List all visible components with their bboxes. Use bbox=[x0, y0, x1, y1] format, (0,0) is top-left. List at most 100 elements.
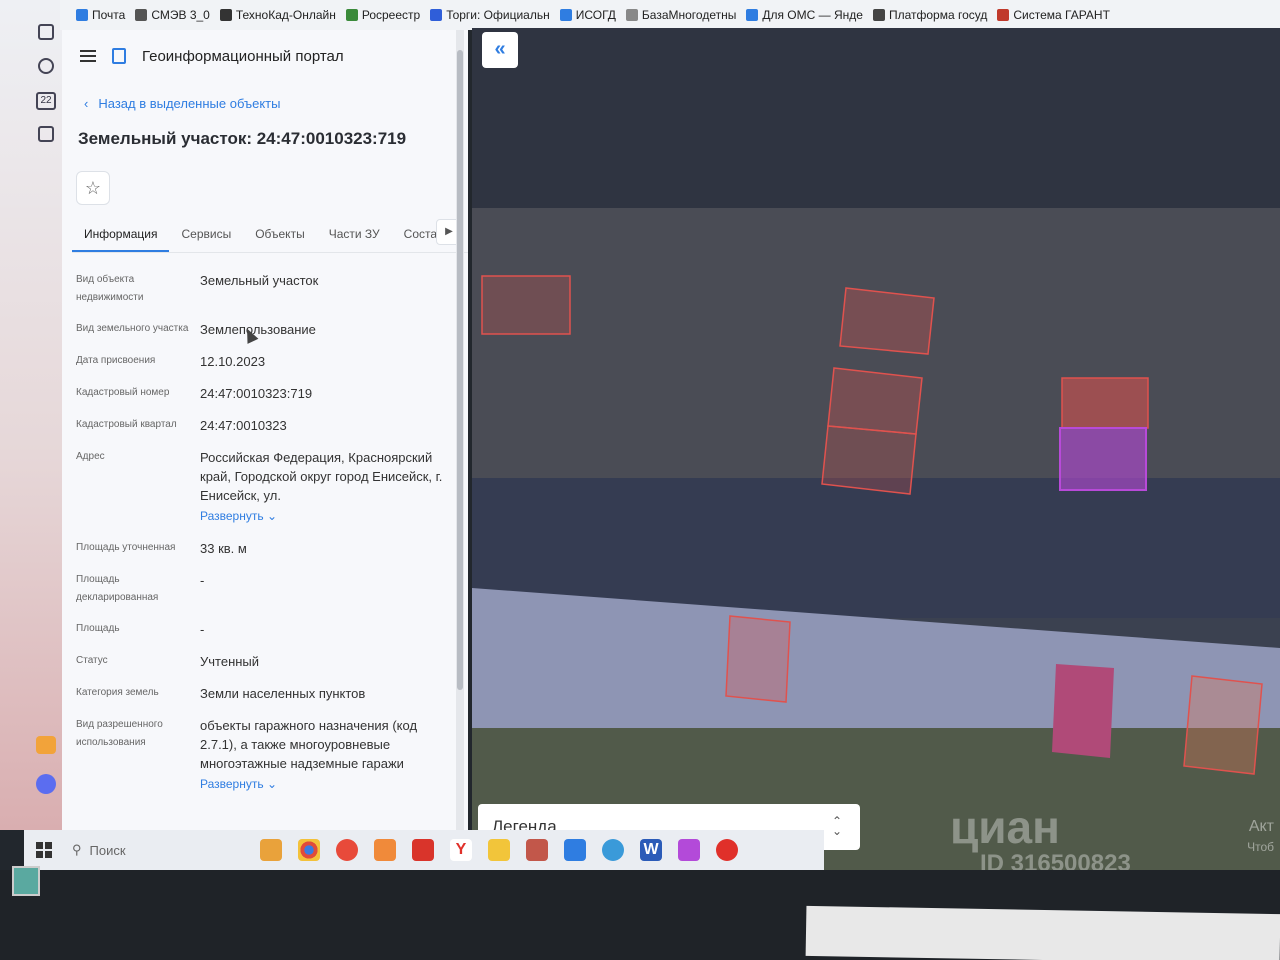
network-icon[interactable] bbox=[602, 839, 624, 861]
search-placeholder: Поиск bbox=[89, 842, 126, 858]
bookmark-icon bbox=[872, 9, 885, 21]
info-label: Категория земель bbox=[76, 687, 159, 698]
play-icon[interactable] bbox=[38, 58, 54, 74]
favorite-button[interactable]: ☆ bbox=[76, 171, 110, 205]
calendar-icon[interactable]: 22 bbox=[36, 92, 56, 110]
activation-notice-sub: Чтоб bbox=[1247, 840, 1274, 854]
bookmark-icon bbox=[345, 9, 358, 21]
parcel-outline[interactable] bbox=[1061, 377, 1149, 429]
screenshot-icon[interactable] bbox=[38, 126, 54, 142]
bookmark-item[interactable]: Торги: Официальн bbox=[430, 8, 550, 22]
parcel-outline[interactable] bbox=[1183, 675, 1263, 775]
bookmark-item[interactable]: БазаМногодетны bbox=[625, 8, 736, 22]
selected-parcel[interactable] bbox=[1059, 427, 1147, 491]
word-icon[interactable]: W bbox=[640, 839, 662, 861]
info-value: 24:47:0010323:719 bbox=[200, 386, 313, 401]
info-label: Площадь уточненная bbox=[76, 542, 176, 553]
permitted-use-value: объекты гаражного назначения (код 2.7.1)… bbox=[200, 718, 418, 771]
info-row: Площадь уточненная 33 кв. м bbox=[76, 539, 468, 558]
app-icon[interactable] bbox=[678, 839, 700, 861]
tab-services[interactable]: Сервисы bbox=[169, 219, 243, 252]
mail-app-icon[interactable] bbox=[36, 736, 56, 754]
bookmark-item[interactable]: Росреестр bbox=[345, 8, 420, 22]
expand-address-link[interactable]: Развернуть ⌄ bbox=[200, 507, 446, 526]
bird-widget-icon[interactable] bbox=[260, 839, 282, 861]
info-value: - bbox=[200, 622, 205, 637]
search-icon: ⚲ bbox=[72, 842, 82, 857]
bookmark-item[interactable]: Система ГАРАНТ bbox=[997, 8, 1110, 22]
windows-start-icon[interactable] bbox=[36, 842, 52, 858]
expand-use-link[interactable]: Развернуть ⌄ bbox=[200, 775, 446, 794]
chevron-down-icon: ⌄ bbox=[266, 509, 278, 523]
parcel-outline[interactable] bbox=[821, 425, 917, 495]
info-value: Земельный участок bbox=[200, 273, 319, 288]
system-sidebar: 22 bbox=[0, 0, 62, 830]
info-row: Вид земельного участка Землепользование bbox=[76, 320, 468, 339]
info-row: Площадь декларированная - bbox=[76, 571, 468, 607]
file-explorer-icon[interactable] bbox=[488, 839, 510, 861]
parcel-outline[interactable] bbox=[481, 275, 571, 335]
scroll-thumb[interactable] bbox=[457, 50, 463, 690]
parcel-outline[interactable] bbox=[827, 367, 923, 435]
info-label: Дата присвоения bbox=[76, 355, 156, 366]
map-road bbox=[472, 478, 1280, 618]
bookmark-item[interactable]: Почта bbox=[76, 8, 125, 22]
collapse-panel-button[interactable]: « bbox=[482, 32, 518, 68]
bookmark-icon bbox=[625, 9, 638, 21]
portal-title: Геоинформационный портал bbox=[142, 47, 344, 65]
panel-scrollbar[interactable] bbox=[456, 30, 464, 830]
screen: 22 Почта СМЭВ 3_0 ТехноКад-Онлайн Росрее… bbox=[0, 0, 1280, 960]
info-value-container: Российская Федерация, Красноярский край,… bbox=[200, 448, 446, 526]
bookmark-item[interactable]: Платформа госуд bbox=[872, 8, 987, 22]
info-value: 24:47:0010323 bbox=[200, 418, 287, 433]
archive-icon[interactable] bbox=[526, 839, 548, 861]
info-label: Площадь декларированная bbox=[76, 574, 159, 603]
taskbar-search[interactable]: ⚲ Поиск bbox=[72, 842, 252, 858]
bookmark-icon bbox=[76, 9, 88, 21]
paper-sheet bbox=[805, 905, 1280, 960]
parcel-outline[interactable] bbox=[725, 615, 791, 703]
garant-icon[interactable] bbox=[716, 839, 738, 861]
info-label: Адрес bbox=[76, 451, 105, 462]
chrome-icon[interactable] bbox=[298, 839, 320, 861]
bookmark-icon bbox=[559, 9, 572, 21]
info-list: Вид объекта недвижимости Земельный участо… bbox=[62, 253, 468, 794]
info-label: Кадастровый квартал bbox=[76, 419, 177, 430]
yandex-browser-icon[interactable] bbox=[336, 839, 358, 861]
back-link[interactable]: ‹ Назад в выделенные объекты bbox=[62, 82, 468, 111]
menu-icon[interactable] bbox=[80, 50, 96, 62]
map-view[interactable]: « циан ID 316500823 Акт Чтоб Легенда ⌃ ⌄ bbox=[472, 28, 1280, 880]
info-value: Землепользование bbox=[200, 322, 316, 337]
tab-objects[interactable]: Объекты bbox=[243, 219, 317, 252]
yandex-icon[interactable]: Y bbox=[450, 839, 472, 861]
alice-icon[interactable] bbox=[36, 774, 56, 794]
info-row: Категория земель Земли населенных пунктов bbox=[76, 684, 468, 703]
expand-label: Развернуть bbox=[200, 509, 264, 523]
tab-parts[interactable]: Части ЗУ bbox=[317, 219, 392, 252]
tab-bar: Информация Сервисы Объекты Части ЗУ Сост… bbox=[72, 219, 468, 253]
tab-info[interactable]: Информация bbox=[72, 219, 170, 252]
parcel-outline[interactable] bbox=[1052, 664, 1114, 758]
copy-icon[interactable] bbox=[38, 24, 54, 40]
pdf-reader-icon[interactable] bbox=[412, 839, 434, 861]
bookmark-item[interactable]: Для ОМС — Янде bbox=[746, 8, 863, 22]
bookmark-icon bbox=[430, 9, 443, 21]
info-row: Вид объекта недвижимости Земельный участо… bbox=[76, 271, 468, 307]
info-label: Статус bbox=[76, 655, 108, 666]
activation-notice: Акт bbox=[1248, 818, 1274, 835]
chevron-down-icon: ⌄ bbox=[266, 777, 278, 791]
bookmark-item[interactable]: ТехноКад-Онлайн bbox=[219, 8, 336, 22]
bookmark-item[interactable]: СМЭВ 3_0 bbox=[135, 8, 210, 22]
info-row: Кадастровый квартал 24:47:0010323 bbox=[76, 416, 468, 435]
info-panel: Геоинформационный портал ‹ Назад в выдел… bbox=[62, 30, 468, 830]
info-value: 33 кв. м bbox=[200, 541, 247, 556]
briefcase-icon[interactable] bbox=[564, 839, 586, 861]
parcel-outline[interactable] bbox=[839, 287, 935, 355]
satellite-imagery bbox=[472, 28, 1280, 880]
info-value: Земли населенных пунктов bbox=[200, 686, 366, 701]
app-icon[interactable] bbox=[374, 839, 396, 861]
bookmarks-bar: Почта СМЭВ 3_0 ТехноКад-Онлайн Росреестр… bbox=[60, 0, 1280, 30]
chevron-left-icon: ‹ bbox=[84, 96, 89, 111]
address-value: Российская Федерация, Красноярский край,… bbox=[200, 450, 443, 503]
bookmark-item[interactable]: ИСОГД bbox=[559, 8, 616, 22]
